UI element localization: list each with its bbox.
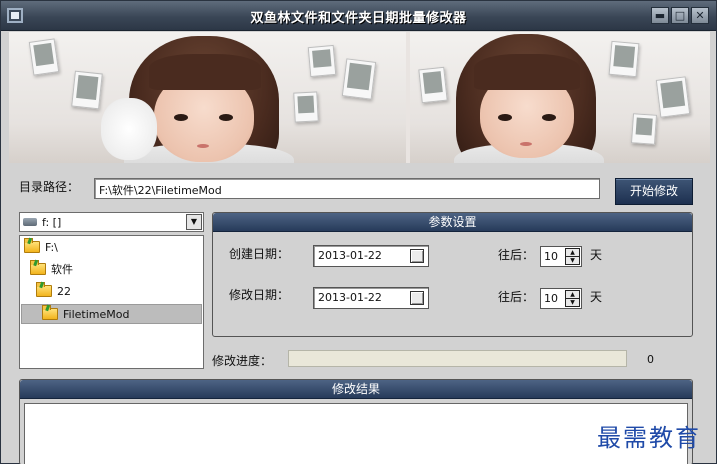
start-modify-button[interactable]: 开始修改 bbox=[615, 178, 693, 205]
folder-open-icon bbox=[36, 282, 52, 297]
spin-buttons[interactable]: ▲ ▼ bbox=[565, 290, 580, 307]
maximize-button[interactable]: □ bbox=[671, 7, 689, 24]
path-label: 目录路径： bbox=[19, 180, 80, 194]
tree-item[interactable]: F:\ bbox=[24, 238, 58, 258]
drive-icon bbox=[23, 218, 37, 226]
result-textarea[interactable] bbox=[24, 403, 688, 464]
path-input[interactable]: F:\软件\22\FiletimeMod bbox=[94, 178, 600, 199]
watermark-text: 最需教育 bbox=[597, 424, 701, 452]
drive-select[interactable]: f: [] ▼ bbox=[19, 212, 204, 232]
tree-item[interactable]: 22 bbox=[36, 282, 71, 302]
banner-photo-left bbox=[9, 32, 406, 163]
spin-up-icon[interactable]: ▲ bbox=[566, 291, 579, 299]
params-panel-title: 参数设置 bbox=[213, 213, 692, 232]
calendar-icon[interactable] bbox=[410, 249, 424, 263]
folder-open-icon bbox=[42, 305, 58, 320]
banner-photo-right bbox=[410, 32, 710, 163]
modify-offset-stepper[interactable]: 10 ▲ ▼ bbox=[540, 288, 582, 309]
create-date-picker[interactable]: 2013-01-22 bbox=[313, 245, 429, 267]
modify-date-value: 2013-01-22 bbox=[318, 291, 382, 304]
tree-item-selected[interactable]: FiletimeMod bbox=[21, 304, 202, 324]
minimize-button[interactable]: ▬ bbox=[651, 7, 669, 24]
modify-offset-value: 10 bbox=[544, 292, 558, 305]
create-date-label: 创建日期： bbox=[229, 247, 290, 261]
create-offset-stepper[interactable]: 10 ▲ ▼ bbox=[540, 246, 582, 267]
modify-offset-unit: 天 bbox=[590, 290, 603, 304]
chevron-down-icon[interactable]: ▼ bbox=[186, 214, 202, 230]
modify-offset-label: 往后： bbox=[498, 290, 535, 304]
main-window: 双鱼林文件和文件夹日期批量修改器 ▬ □ ✕ 目录路径： F:\软件\22\Fi… bbox=[0, 0, 717, 464]
result-panel-title: 修改结果 bbox=[20, 380, 692, 399]
title-bar[interactable]: 双鱼林文件和文件夹日期批量修改器 ▬ □ ✕ bbox=[1, 1, 716, 31]
folder-tree[interactable]: F:\ 软件 22 FiletimeMod bbox=[19, 235, 204, 369]
tree-item-label: 软件 bbox=[51, 263, 73, 276]
spin-buttons[interactable]: ▲ ▼ bbox=[565, 248, 580, 265]
drive-select-value: f: [] bbox=[42, 216, 62, 229]
photo-banner bbox=[9, 32, 710, 163]
progress-value: 0 bbox=[647, 353, 654, 366]
spin-up-icon[interactable]: ▲ bbox=[566, 249, 579, 257]
create-offset-unit: 天 bbox=[590, 248, 603, 262]
result-panel: 修改结果 bbox=[19, 379, 693, 464]
tree-item[interactable]: 软件 bbox=[30, 260, 73, 280]
tree-item-label: 22 bbox=[57, 285, 71, 298]
create-date-value: 2013-01-22 bbox=[318, 249, 382, 262]
create-offset-value: 10 bbox=[544, 250, 558, 263]
calendar-icon[interactable] bbox=[410, 291, 424, 305]
folder-open-icon bbox=[24, 238, 40, 253]
create-offset-label: 往后： bbox=[498, 248, 535, 262]
spin-down-icon[interactable]: ▼ bbox=[566, 299, 579, 307]
progress-label: 修改进度： bbox=[212, 354, 273, 368]
params-panel: 参数设置 创建日期： 2013-01-22 往后： 10 ▲ ▼ 天 修改日期： … bbox=[212, 212, 693, 337]
modify-date-label: 修改日期： bbox=[229, 288, 290, 302]
tree-item-label: FiletimeMod bbox=[63, 308, 130, 321]
folder-open-icon bbox=[30, 260, 46, 275]
spin-down-icon[interactable]: ▼ bbox=[566, 257, 579, 265]
close-button[interactable]: ✕ bbox=[691, 7, 709, 24]
progress-bar bbox=[288, 350, 627, 367]
modify-date-picker[interactable]: 2013-01-22 bbox=[313, 287, 429, 309]
window-title: 双鱼林文件和文件夹日期批量修改器 bbox=[250, 11, 467, 26]
tree-item-label: F:\ bbox=[45, 241, 58, 254]
